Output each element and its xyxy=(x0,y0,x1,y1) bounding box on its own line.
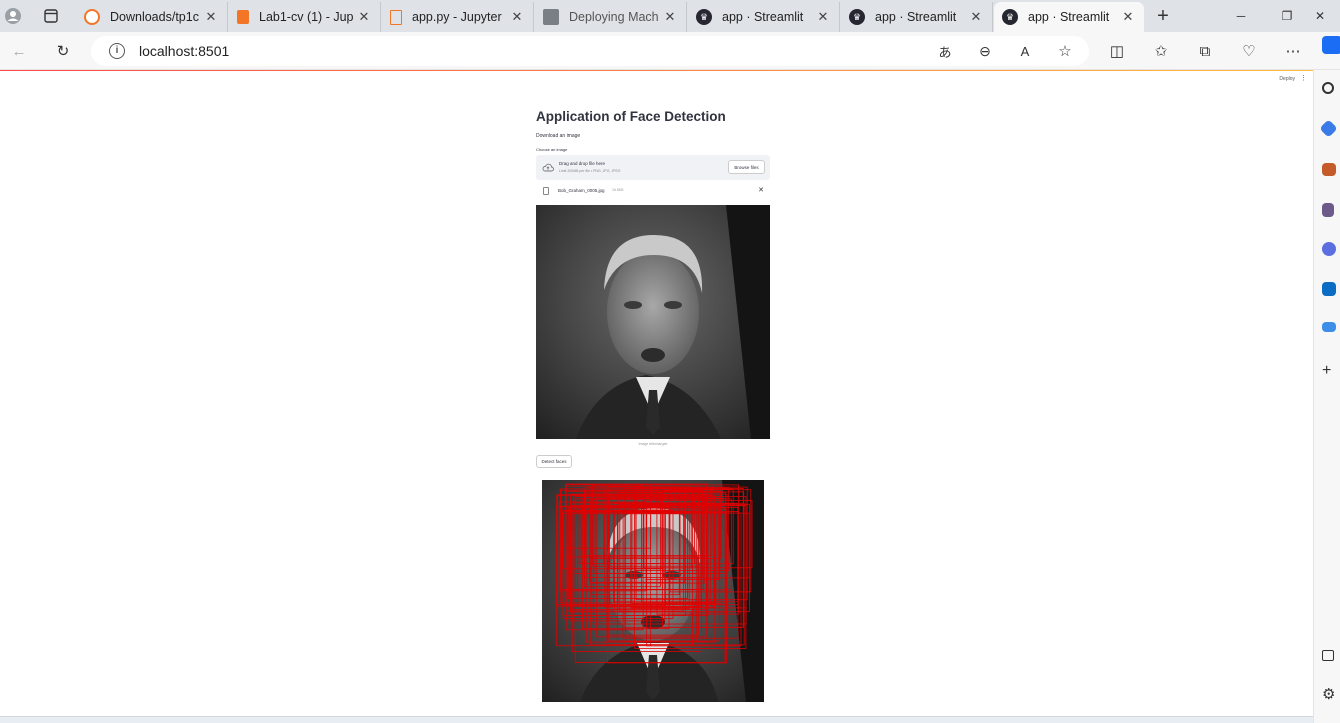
uploaded-image xyxy=(536,205,770,439)
close-tab-icon[interactable]: ✕ xyxy=(1120,9,1136,25)
tab-streamlit-active[interactable]: ♛ app · Streamlit ✕ xyxy=(994,2,1144,32)
more-options-icon[interactable]: ⋯ xyxy=(1279,37,1307,65)
search-icon[interactable] xyxy=(1322,82,1334,94)
cloud-upload-icon xyxy=(542,163,554,172)
read-aloud-icon[interactable]: A xyxy=(1011,37,1039,65)
tab-actions-icon[interactable] xyxy=(38,3,64,29)
bottom-edge xyxy=(0,716,1313,723)
dropzone-limit: Limit 200MB per file • PNG, JPG, JPEG xyxy=(559,169,621,173)
file-icon xyxy=(543,187,549,195)
minimize-icon[interactable]: ─ xyxy=(1218,0,1264,32)
close-tab-icon[interactable]: ✕ xyxy=(662,9,678,25)
zoom-icon[interactable]: ⊖ xyxy=(971,37,999,65)
tab-title: app.py - Jupyter xyxy=(412,10,502,24)
refresh-icon[interactable]: ↻ xyxy=(49,37,77,65)
streamlit-icon: ♛ xyxy=(849,9,865,25)
tab-streamlit-1[interactable]: ♛ app · Streamlit ✕ xyxy=(688,2,840,32)
translate-icon[interactable]: あ xyxy=(931,37,959,65)
remove-file-icon[interactable]: ✕ xyxy=(758,186,764,194)
browser-essentials-icon[interactable]: ♡ xyxy=(1235,37,1263,65)
back-icon[interactable]: ← xyxy=(5,37,33,65)
tab-app-py[interactable]: app.py - Jupyter ✕ xyxy=(382,2,534,32)
uploader-label: Choose an image xyxy=(536,147,568,152)
uploaded-file: Bob_Graham_0005.jpg 16.5KB ✕ xyxy=(536,184,770,198)
add-sidebar-icon[interactable]: + xyxy=(1322,363,1340,382)
bing-icon[interactable] xyxy=(1322,36,1340,54)
deploy-button[interactable]: Deploy xyxy=(1279,76,1295,82)
games-icon[interactable] xyxy=(1322,203,1334,217)
tab-title: app · Streamlit xyxy=(875,10,957,24)
tab-title: Lab1-cv (1) - Jup xyxy=(259,10,354,24)
file-size: 16.5KB xyxy=(612,188,624,192)
favorites-icon[interactable]: ✩ xyxy=(1147,37,1175,65)
page-title: Application of Face Detection xyxy=(536,109,726,124)
tools-icon[interactable] xyxy=(1322,163,1336,176)
image-caption: Image téléchargée xyxy=(638,442,668,446)
address-bar[interactable]: i localhost:8501 あ ⊖ A ☆ xyxy=(91,36,1089,66)
file-name: Bob_Graham_0005.jpg xyxy=(558,188,605,193)
tab-title: Deploying Mach xyxy=(569,10,659,24)
main-menu-icon[interactable]: ⋮ xyxy=(1300,74,1307,82)
close-tab-icon[interactable]: ✕ xyxy=(356,9,372,25)
shopping-icon[interactable] xyxy=(1319,119,1338,138)
close-tab-icon[interactable]: ✕ xyxy=(968,9,984,25)
file-dropzone[interactable]: Drag and drop file here Limit 200MB per … xyxy=(536,155,770,180)
streamlit-icon: ♛ xyxy=(1002,9,1018,25)
dropzone-text: Drag and drop file here xyxy=(559,161,606,166)
close-tab-icon[interactable]: ✕ xyxy=(203,9,219,25)
new-tab-icon[interactable]: + xyxy=(1150,3,1176,29)
tab-title: Downloads/tp1c xyxy=(110,10,199,24)
tab-title: app · Streamlit xyxy=(722,10,804,24)
detection-result-image xyxy=(542,480,764,702)
subtitle: Download an image xyxy=(536,133,581,139)
detect-faces-button[interactable]: Detect faces xyxy=(536,455,572,468)
send-icon[interactable] xyxy=(1322,322,1336,332)
url-text: localhost:8501 xyxy=(139,43,230,59)
tab-title: app · Streamlit xyxy=(1028,10,1110,24)
microsoft-365-icon[interactable] xyxy=(1322,242,1336,256)
notebook-icon xyxy=(237,10,249,24)
tab-deploying[interactable]: Deploying Mach ✕ xyxy=(535,2,687,32)
outlook-icon[interactable] xyxy=(1322,282,1336,296)
browser-toolbar: ← ↻ i localhost:8501 あ ⊖ A ☆ ◫ ✩ ⧉ ♡ ⋯ xyxy=(0,32,1340,70)
jupyter-icon xyxy=(84,9,100,25)
article-icon xyxy=(543,9,559,25)
tab-downloads[interactable]: Downloads/tp1c ✕ xyxy=(76,2,228,32)
tab-bar: Downloads/tp1c ✕ Lab1-cv (1) - Jup ✕ app… xyxy=(0,0,1340,32)
tab-lab1[interactable]: Lab1-cv (1) - Jup ✕ xyxy=(229,2,381,32)
streamlit-app: Deploy ⋮ Application of Face Detection D… xyxy=(0,71,1313,716)
favorite-star-icon[interactable]: ☆ xyxy=(1051,37,1079,65)
close-window-icon[interactable]: ✕ xyxy=(1300,0,1340,32)
streamlit-icon: ♛ xyxy=(696,9,712,25)
file-icon xyxy=(390,9,402,25)
edge-sidebar: + ⚙ xyxy=(1313,36,1340,723)
tab-streamlit-2[interactable]: ♛ app · Streamlit ✕ xyxy=(841,2,993,32)
collections-icon[interactable]: ⧉ xyxy=(1191,37,1219,65)
sidebar-panel-icon[interactable] xyxy=(1322,650,1334,661)
close-tab-icon[interactable]: ✕ xyxy=(509,9,525,25)
profile-icon[interactable] xyxy=(0,3,26,29)
site-info-icon[interactable]: i xyxy=(109,43,125,59)
browse-files-button[interactable]: Browse files xyxy=(728,160,765,174)
settings-gear-icon[interactable]: ⚙ xyxy=(1322,687,1340,706)
close-tab-icon[interactable]: ✕ xyxy=(815,9,831,25)
split-screen-icon[interactable]: ◫ xyxy=(1103,37,1131,65)
